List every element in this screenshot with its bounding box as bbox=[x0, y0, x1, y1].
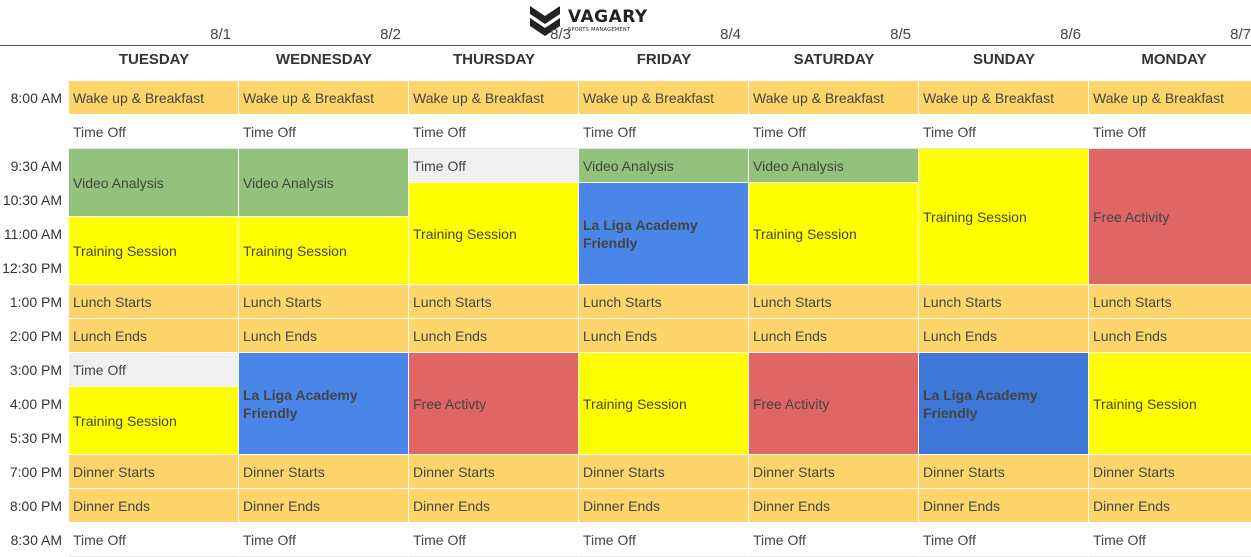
schedule-cell[interactable]: La Liga Academy Friendly bbox=[919, 353, 1089, 455]
time-label: 7:00 PM bbox=[9, 464, 62, 480]
schedule-cell[interactable]: Free Activity bbox=[749, 353, 919, 455]
time-label: 11:00 AM bbox=[3, 226, 62, 242]
day-date: 8/5 bbox=[890, 26, 911, 43]
time-label: 10:30 AM bbox=[2, 192, 62, 208]
schedule-cell[interactable]: Dinner Starts bbox=[1089, 455, 1251, 489]
schedule-cell[interactable]: Dinner Starts bbox=[69, 455, 239, 489]
day-date: 8/6 bbox=[1060, 26, 1081, 43]
schedule-cell[interactable]: Time Off bbox=[1089, 115, 1251, 149]
schedule-cell[interactable]: Training Session bbox=[579, 353, 749, 455]
day-name: MONDAY bbox=[1141, 51, 1207, 68]
schedule-cell[interactable]: Time Off bbox=[919, 115, 1089, 149]
schedule-cell[interactable]: Time Off bbox=[409, 149, 579, 183]
schedule-cell[interactable]: Lunch Ends bbox=[919, 319, 1089, 353]
schedule-cell[interactable]: Video Analysis bbox=[69, 149, 239, 217]
time-label: 8:00 PM bbox=[9, 498, 62, 514]
schedule-cell[interactable]: Lunch Starts bbox=[579, 285, 749, 319]
schedule-cell[interactable]: Lunch Ends bbox=[749, 319, 919, 353]
schedule-cell[interactable]: Training Session bbox=[1089, 353, 1251, 455]
logo-wordmark: VAGARY bbox=[568, 7, 648, 27]
schedule-cell[interactable]: Training Session bbox=[69, 217, 239, 285]
schedule-cell[interactable]: Training Session bbox=[409, 183, 579, 285]
day-name: WEDNESDAY bbox=[275, 51, 373, 68]
schedule-cell[interactable]: Free Activity bbox=[1089, 149, 1251, 285]
schedule-cell[interactable]: La Liga Academy Friendly bbox=[239, 353, 409, 455]
schedule-cell[interactable]: Dinner Ends bbox=[579, 489, 749, 523]
schedule-cell[interactable]: Dinner Ends bbox=[749, 489, 919, 523]
day-date: 8/7 bbox=[1230, 26, 1251, 43]
schedule-cell[interactable]: Training Session bbox=[69, 387, 239, 455]
schedule-cell[interactable]: Lunch Starts bbox=[919, 285, 1089, 319]
time-label: 4:00 PM bbox=[9, 396, 62, 412]
schedule-cell[interactable]: Training Session bbox=[749, 183, 919, 285]
day-name: SUNDAY bbox=[973, 51, 1035, 68]
schedule-cell[interactable]: Video Analysis bbox=[749, 149, 919, 183]
schedule-cell[interactable]: Lunch Starts bbox=[749, 285, 919, 319]
schedule-cell[interactable]: Dinner Starts bbox=[239, 455, 409, 489]
time-label: 3:00 PM bbox=[9, 362, 62, 378]
schedule-cell[interactable]: Time Off bbox=[69, 353, 239, 387]
schedule-cell[interactable]: La Liga Academy Friendly bbox=[579, 183, 749, 285]
day-date: 8/4 bbox=[720, 26, 741, 43]
time-label: 1:00 PM bbox=[9, 294, 62, 310]
day-date: 8/1 bbox=[210, 26, 231, 43]
day-date: 8/3 bbox=[550, 26, 571, 43]
day-date: 8/2 bbox=[380, 26, 401, 43]
schedule-cell[interactable]: Dinner Ends bbox=[239, 489, 409, 523]
day-name: SATURDAY bbox=[793, 51, 875, 68]
schedule-cell[interactable]: Lunch Ends bbox=[1089, 319, 1251, 353]
schedule-cell[interactable]: Lunch Ends bbox=[239, 319, 409, 353]
schedule-cell[interactable]: Wake up & Breakfast bbox=[409, 81, 579, 115]
time-label: 12:30 PM bbox=[2, 260, 62, 276]
schedule-cell[interactable]: Lunch Starts bbox=[239, 285, 409, 319]
schedule-cell[interactable]: Dinner Ends bbox=[69, 489, 239, 523]
schedule-cell[interactable]: Dinner Starts bbox=[749, 455, 919, 489]
schedule-cell[interactable]: Lunch Starts bbox=[1089, 285, 1251, 319]
schedule-cell[interactable]: Time Off bbox=[749, 115, 919, 149]
schedule-cell[interactable]: Wake up & Breakfast bbox=[579, 81, 749, 115]
schedule-cell[interactable]: Time Off bbox=[239, 115, 409, 149]
header-divider bbox=[0, 45, 1251, 46]
schedule-cell[interactable]: Lunch Ends bbox=[69, 319, 239, 353]
schedule-cell[interactable]: Training Session bbox=[919, 149, 1089, 285]
time-label: 8:00 AM bbox=[10, 90, 62, 106]
schedule-cell[interactable]: Dinner Starts bbox=[579, 455, 749, 489]
schedule-cell[interactable]: Time Off bbox=[409, 115, 579, 149]
schedule-cell[interactable]: Dinner Ends bbox=[919, 489, 1089, 523]
schedule-cell[interactable]: Time Off bbox=[579, 115, 749, 149]
schedule-cell[interactable]: Dinner Starts bbox=[409, 455, 579, 489]
day-name: TUESDAY bbox=[118, 51, 190, 68]
time-label: 5:30 PM bbox=[9, 430, 62, 446]
schedule-cell[interactable]: Dinner Ends bbox=[1089, 489, 1251, 523]
schedule-cell[interactable]: Dinner Ends bbox=[409, 489, 579, 523]
schedule-cell[interactable]: Video Analysis bbox=[239, 149, 409, 217]
schedule-cell[interactable]: Time Off bbox=[69, 115, 239, 149]
schedule-cell[interactable]: Wake up & Breakfast bbox=[239, 81, 409, 115]
schedule-cell[interactable]: Lunch Ends bbox=[409, 319, 579, 353]
schedule-cell[interactable]: Dinner Starts bbox=[919, 455, 1089, 489]
time-label: 9:30 AM bbox=[10, 158, 62, 174]
day-name: THURSDAY bbox=[453, 51, 535, 68]
schedule-cell[interactable]: Lunch Starts bbox=[409, 285, 579, 319]
schedule-cell[interactable]: Wake up & Breakfast bbox=[749, 81, 919, 115]
schedule-cell[interactable]: Wake up & Breakfast bbox=[69, 81, 239, 115]
schedule-cell[interactable]: Lunch Ends bbox=[579, 319, 749, 353]
schedule-cell[interactable]: Lunch Starts bbox=[69, 285, 239, 319]
schedule-cell[interactable]: Wake up & Breakfast bbox=[1089, 81, 1251, 115]
schedule-cell[interactable]: Video Analysis bbox=[579, 149, 749, 183]
schedule-cell[interactable]: Wake up & Breakfast bbox=[919, 81, 1089, 115]
schedule-cell[interactable]: Free Activty bbox=[409, 353, 579, 455]
schedule-cell[interactable]: Training Session bbox=[239, 217, 409, 285]
day-name: FRIDAY bbox=[636, 51, 692, 68]
time-label: 2:00 PM bbox=[9, 328, 62, 344]
